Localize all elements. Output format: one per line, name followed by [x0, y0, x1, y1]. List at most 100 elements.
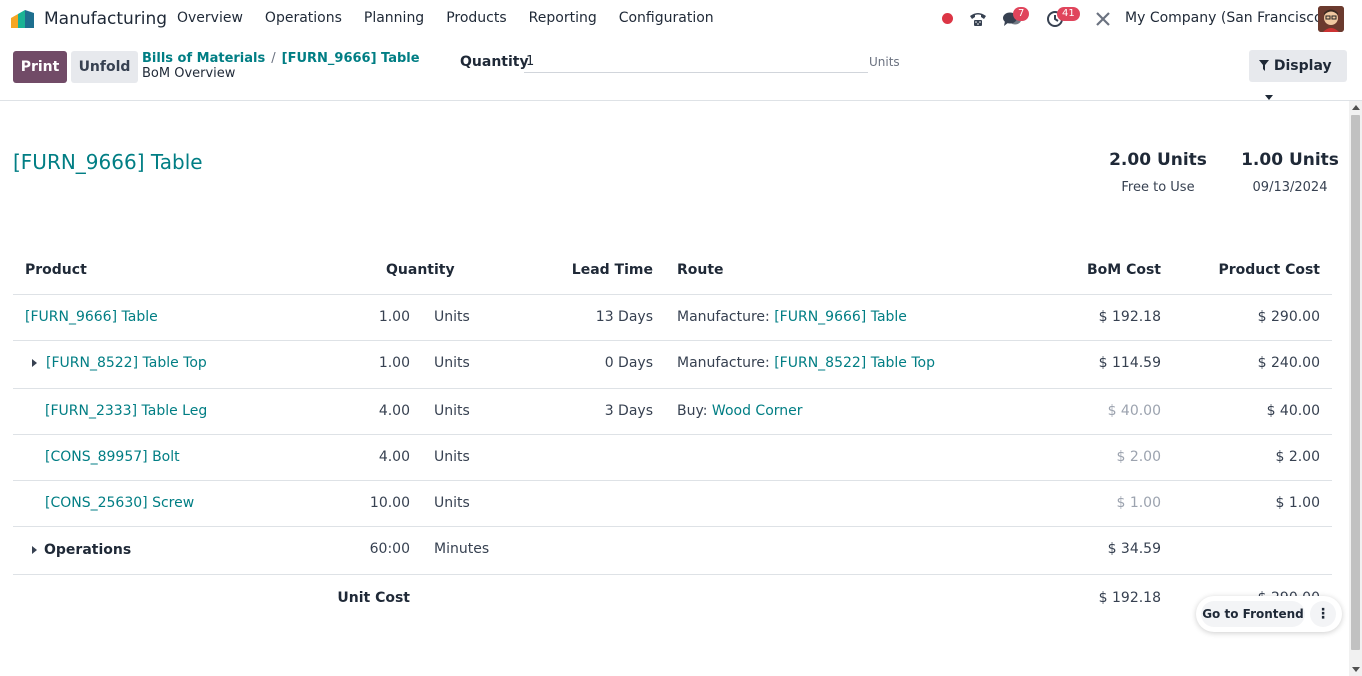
row-divider	[13, 526, 1332, 527]
operations-label[interactable]: Operations	[44, 542, 131, 558]
row-bom-cost: $ 192.18	[1098, 309, 1161, 325]
stat-availability-date: 1.00 Units 09/13/2024	[1238, 150, 1342, 195]
main-menu: Overview Operations Planning Products Re…	[177, 10, 736, 26]
row-bom-cost: $ 2.00	[1116, 449, 1161, 465]
row-quantity: 1.00	[378, 355, 410, 371]
row-uom: Units	[434, 449, 470, 465]
print-button[interactable]: Print	[13, 51, 67, 83]
row-bom-cost: $ 114.59	[1098, 355, 1161, 371]
row-quantity: 4.00	[378, 403, 410, 419]
scroll-down-arrow-icon[interactable]	[1352, 667, 1360, 672]
route-link[interactable]: [FURN_9666] Table	[774, 309, 907, 325]
row-uom: Units	[434, 495, 470, 511]
recording-dot-icon[interactable]	[942, 13, 953, 24]
display-button-label: Display	[1273, 58, 1332, 74]
row-uom: Units	[434, 403, 470, 419]
breadcrumb-table[interactable]: [FURN_9666] Table	[282, 51, 420, 66]
breadcrumb-bills-of-materials[interactable]: Bills of Materials	[142, 51, 265, 66]
menu-products[interactable]: Products	[446, 10, 506, 26]
display-button[interactable]: Display	[1249, 50, 1347, 100]
stat-label: Free to Use	[1121, 180, 1195, 195]
col-header-route: Route	[677, 262, 724, 278]
row-quantity: 4.00	[378, 449, 410, 465]
expand-caret-icon[interactable]	[32, 546, 37, 554]
row-route: Buy: Wood Corner	[677, 403, 803, 419]
product-link[interactable]: [CONS_25630] Screw	[45, 495, 194, 511]
row-divider	[13, 480, 1332, 481]
row-lead-time: 3 Days	[604, 403, 653, 419]
user-avatar[interactable]	[1318, 6, 1344, 32]
row-lead-time: 0 Days	[604, 355, 653, 371]
menu-planning[interactable]: Planning	[364, 10, 424, 26]
route-link[interactable]: Wood Corner	[712, 403, 803, 419]
top-navbar: Manufacturing Overview Operations Planni…	[0, 0, 1362, 38]
app-name[interactable]: Manufacturing	[44, 9, 167, 29]
product-link[interactable]: [FURN_9666] Table	[25, 309, 158, 325]
manufacturing-app-icon[interactable]	[10, 8, 36, 30]
menu-overview[interactable]: Overview	[177, 10, 243, 26]
unit-cost-bom: $ 192.18	[1098, 590, 1161, 606]
activities-count-badge: 41	[1057, 7, 1080, 21]
scrollbar-thumb[interactable]	[1351, 115, 1360, 650]
more-options-icon[interactable]: ⋮	[1310, 601, 1336, 627]
filter-icon	[1259, 60, 1269, 71]
table-divider	[13, 294, 1332, 295]
menu-configuration[interactable]: Configuration	[619, 10, 714, 26]
unfold-button[interactable]: Unfold	[71, 51, 138, 83]
row-product-cost: $ 1.00	[1275, 495, 1320, 511]
quantity-unit: Units	[869, 55, 900, 69]
row-uom: Units	[434, 309, 470, 325]
scroll-up-arrow-icon[interactable]	[1352, 105, 1360, 110]
menu-reporting[interactable]: Reporting	[529, 10, 597, 26]
col-header-quantity: Quantity	[386, 262, 455, 278]
messages-count-badge: 7	[1013, 7, 1030, 21]
report-title[interactable]: [FURN_9666] Table	[13, 150, 203, 174]
col-header-bom-cost: BoM Cost	[1086, 262, 1161, 278]
product-link[interactable]: [FURN_2333] Table Leg	[45, 403, 207, 419]
col-header-lead-time: Lead Time	[571, 262, 653, 278]
debug-tools-icon[interactable]	[1095, 11, 1111, 27]
operations-duration: 60:00	[369, 541, 410, 557]
go-to-frontend-button[interactable]: Go to Frontend	[1201, 601, 1305, 627]
company-switcher[interactable]: My Company (San Francisco)	[1125, 10, 1328, 26]
row-divider	[13, 434, 1332, 435]
route-link[interactable]: [FURN_8522] Table Top	[774, 355, 935, 371]
route-prefix: Manufacture:	[677, 355, 775, 371]
frontend-widget: Go to Frontend ⋮	[1196, 596, 1342, 632]
route-prefix: Buy:	[677, 403, 712, 419]
row-product-cost: $ 2.00	[1275, 449, 1320, 465]
caret-down-icon	[1265, 95, 1273, 100]
operations-uom: Minutes	[434, 541, 490, 557]
row-divider	[13, 388, 1332, 389]
row-quantity: 1.00	[378, 309, 410, 325]
col-header-product-cost: Product Cost	[1218, 262, 1320, 278]
row-uom: Units	[434, 355, 470, 371]
stat-label: 09/13/2024	[1252, 180, 1328, 195]
row-route: Manufacture: [FURN_8522] Table Top	[677, 355, 935, 371]
product-link[interactable]: [FURN_8522] Table Top	[46, 355, 207, 371]
menu-operations[interactable]: Operations	[265, 10, 342, 26]
quantity-input[interactable]	[524, 51, 868, 73]
expand-caret-icon[interactable]	[32, 359, 37, 367]
breadcrumb-separator: /	[271, 51, 276, 66]
stat-free-to-use: 2.00 Units Free to Use	[1106, 150, 1210, 195]
row-route: Manufacture: [FURN_9666] Table	[677, 309, 907, 325]
page-title: BoM Overview	[142, 66, 236, 81]
phone-icon[interactable]	[968, 9, 988, 29]
row-quantity: 10.00	[369, 495, 410, 511]
unit-cost-label: Unit Cost	[337, 590, 410, 606]
breadcrumb: Bills of Materials / [FURN_9666] Table	[142, 51, 420, 66]
vertical-scrollbar[interactable]	[1349, 101, 1362, 676]
col-header-product: Product	[25, 262, 87, 278]
row-product-cost: $ 40.00	[1266, 403, 1320, 419]
product-link[interactable]: [CONS_89957] Bolt	[45, 449, 180, 465]
control-panel: Print Unfold Bills of Materials / [FURN_96…	[0, 38, 1362, 101]
row-divider	[13, 574, 1332, 575]
row-lead-time: 13 Days	[595, 309, 653, 325]
quantity-label: Quantity	[460, 54, 529, 70]
stat-value: 1.00 Units	[1241, 150, 1339, 170]
route-prefix: Manufacture:	[677, 309, 775, 325]
stat-value: 2.00 Units	[1109, 150, 1207, 170]
operations-bom-cost: $ 34.59	[1107, 541, 1161, 557]
row-bom-cost: $ 40.00	[1107, 403, 1161, 419]
